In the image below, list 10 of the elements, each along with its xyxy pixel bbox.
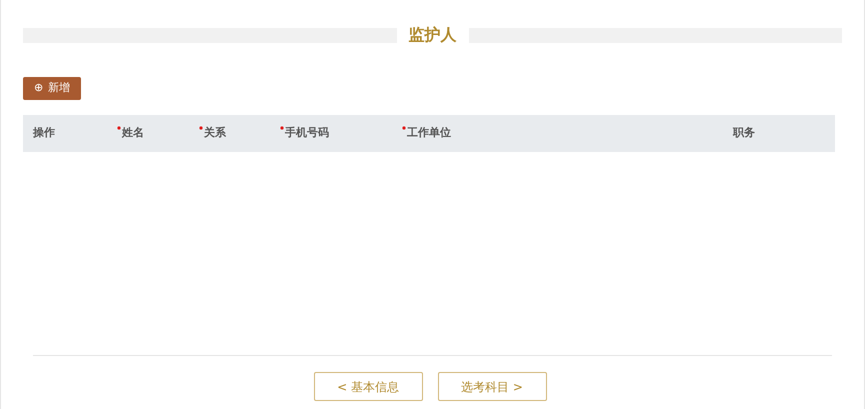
nav-button[interactable]: < 基本信息 [314,372,422,401]
add-button[interactable]: ⊕ 新增 [23,77,82,100]
nav-button[interactable]: 选考科目 > [438,372,546,401]
column-header: 姓名 [122,125,144,142]
column-header: 工作单位 [407,125,451,142]
column-header: 操作 [33,125,55,142]
section-title: 监护人 [408,24,458,46]
column-header: 手机号码 [285,125,329,142]
column-header: 职务 [733,125,755,142]
column-header: 关系 [204,125,226,142]
